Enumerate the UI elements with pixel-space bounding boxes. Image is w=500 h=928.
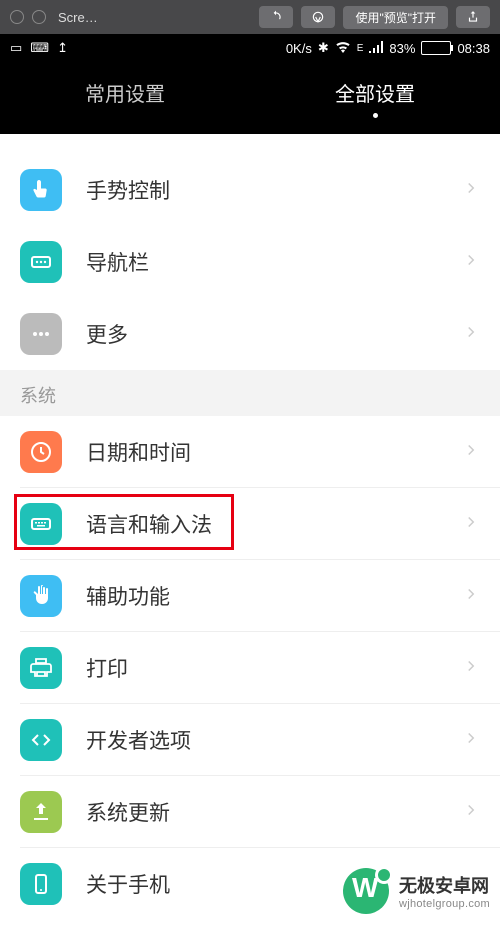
- tab-label: 常用设置: [85, 78, 165, 107]
- android-status-bar: ▭ ⌨ ↥ 0K/s ✱ E 83% 08:38: [0, 34, 500, 62]
- row-label: 关于手机: [86, 869, 170, 899]
- minimize-icon[interactable]: [32, 10, 46, 24]
- row-system-update[interactable]: 系统更新: [0, 776, 500, 848]
- mac-toolbar: Scre… 使用"预览"打开: [0, 0, 500, 34]
- settings-tabbar: 常用设置 全部设置: [0, 62, 500, 134]
- watermark-url: wjhotelgroup.com: [399, 898, 490, 910]
- watermark: W 无极安卓网 wjhotelgroup.com: [343, 868, 490, 914]
- more-icon: [20, 313, 62, 355]
- settings-content: 手势控制 导航栏 更多 系统 日期和时间 语言和输入法: [0, 134, 500, 920]
- chevron-right-icon: [462, 801, 480, 824]
- watermark-logo: W: [343, 868, 389, 914]
- row-label: 语言和输入法: [86, 509, 212, 539]
- row-gesture-control[interactable]: 手势控制: [0, 154, 500, 226]
- window-title: Scre…: [58, 10, 98, 25]
- phone-icon: [20, 863, 62, 905]
- rotate-icon[interactable]: [259, 6, 293, 28]
- row-label: 日期和时间: [86, 437, 191, 467]
- row-navigation-bar[interactable]: 导航栏: [0, 226, 500, 298]
- active-tab-indicator: [373, 113, 378, 118]
- battery-icon: [421, 41, 451, 55]
- tab-all-settings[interactable]: 全部设置: [250, 62, 500, 134]
- signal-type: E: [357, 43, 364, 54]
- battery-percent: 83%: [389, 41, 415, 56]
- tab-label: 全部设置: [335, 78, 415, 107]
- network-speed: 0K/s: [286, 41, 312, 56]
- chevron-right-icon: [462, 657, 480, 680]
- markup-icon[interactable]: [301, 6, 335, 28]
- row-label: 导航栏: [86, 247, 149, 277]
- open-with-button[interactable]: 使用"预览"打开: [343, 6, 448, 29]
- chevron-right-icon: [462, 585, 480, 608]
- gesture-icon: [20, 169, 62, 211]
- clock-icon: [20, 431, 62, 473]
- chevron-right-icon: [462, 513, 480, 536]
- row-developer-options[interactable]: 开发者选项: [0, 704, 500, 776]
- watermark-name: 无极安卓网: [399, 872, 490, 898]
- row-language-input[interactable]: 语言和输入法: [0, 488, 500, 560]
- bluetooth-icon: ✱: [318, 40, 329, 56]
- hand-icon: [20, 575, 62, 617]
- upload-icon: ↥: [57, 40, 68, 56]
- screenshot-icon: ▭: [10, 40, 22, 56]
- keyboard-icon: ⌨: [30, 40, 49, 56]
- printer-icon: [20, 647, 62, 689]
- chevron-right-icon: [462, 441, 480, 464]
- section-header-system: 系统: [0, 370, 500, 416]
- clock: 08:38: [457, 41, 490, 56]
- row-label: 系统更新: [86, 797, 170, 827]
- signal-icon: [369, 41, 383, 56]
- row-more[interactable]: 更多: [0, 298, 500, 370]
- chevron-right-icon: [462, 323, 480, 346]
- row-date-time[interactable]: 日期和时间: [0, 416, 500, 488]
- close-icon[interactable]: [10, 10, 24, 24]
- share-icon[interactable]: [456, 6, 490, 28]
- update-icon: [20, 791, 62, 833]
- keyboard-icon: [20, 503, 62, 545]
- tab-common-settings[interactable]: 常用设置: [0, 62, 250, 134]
- row-label: 打印: [86, 653, 128, 683]
- code-icon: [20, 719, 62, 761]
- wifi-icon: [335, 41, 351, 56]
- chevron-right-icon: [462, 179, 480, 202]
- navbar-icon: [20, 241, 62, 283]
- row-label: 更多: [86, 319, 128, 349]
- row-label: 开发者选项: [86, 725, 191, 755]
- row-print[interactable]: 打印: [0, 632, 500, 704]
- row-label: 手势控制: [86, 175, 170, 205]
- chevron-right-icon: [462, 251, 480, 274]
- chevron-right-icon: [462, 729, 480, 752]
- row-accessibility[interactable]: 辅助功能: [0, 560, 500, 632]
- row-label: 辅助功能: [86, 581, 170, 611]
